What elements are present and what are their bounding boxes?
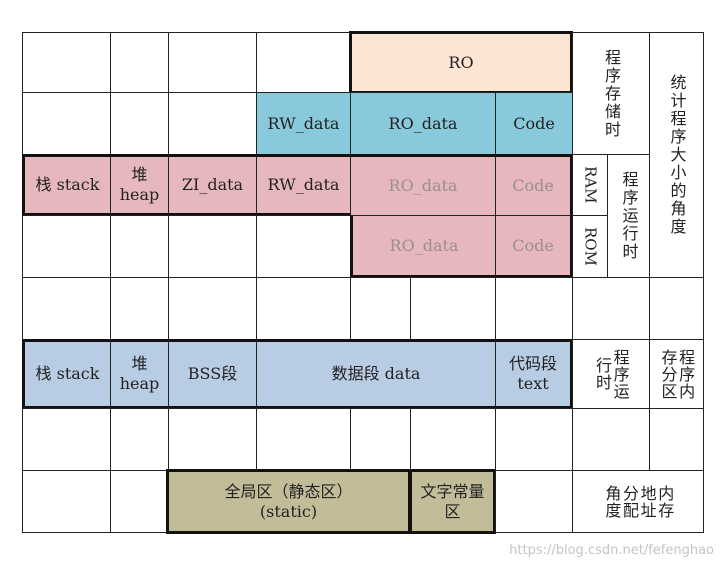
empty-cell bbox=[572, 277, 650, 340]
ro-data-runtime-cell: RO_data bbox=[350, 154, 496, 216]
empty-cell bbox=[572, 408, 650, 471]
empty-cell bbox=[256, 32, 351, 93]
rw-data-runtime-cell: RW_data bbox=[256, 154, 351, 216]
static-area-cell: 全局区（静态区） (static) bbox=[166, 469, 411, 534]
text-partition-cell: 代码段 text bbox=[495, 339, 573, 409]
empty-cell bbox=[168, 215, 257, 278]
empty-cell bbox=[168, 277, 257, 340]
rw-data-storage-cell: RW_data bbox=[256, 92, 351, 155]
empty-cell bbox=[110, 32, 169, 93]
empty-cell bbox=[22, 32, 111, 93]
empty-cell bbox=[256, 277, 351, 340]
empty-cell bbox=[495, 408, 573, 471]
stack-runtime-cell: 栈 stack bbox=[22, 154, 111, 216]
ro-data-rom-cell: RO_data bbox=[350, 215, 496, 278]
program-runtime-label: 程序运行时 bbox=[607, 154, 650, 278]
empty-cell bbox=[110, 215, 169, 278]
zi-data-runtime-cell: ZI_data bbox=[168, 154, 257, 216]
code-runtime-cell: Code bbox=[495, 154, 573, 216]
empty-cell bbox=[495, 277, 573, 340]
empty-cell bbox=[22, 277, 111, 340]
empty-cell bbox=[168, 32, 257, 93]
bss-partition-cell: BSS段 bbox=[168, 339, 257, 409]
ram-label: RAM bbox=[572, 154, 608, 216]
empty-cell bbox=[22, 408, 111, 471]
size-perspective-text: 统计程序大小的角度 bbox=[667, 74, 687, 236]
memory-partition-text: 程序内 存分区 bbox=[658, 348, 696, 400]
empty-cell bbox=[168, 408, 257, 471]
code-rom-cell: Code bbox=[495, 215, 573, 278]
empty-cell bbox=[350, 408, 411, 471]
memory-layout-diagram: RO RW_data RO_data Code 栈 stack 堆 heap Z… bbox=[0, 0, 724, 564]
empty-cell bbox=[256, 215, 351, 278]
empty-cell bbox=[110, 408, 169, 471]
stack-partition-cell: 栈 stack bbox=[22, 339, 111, 409]
const-area-cell: 文字常量 区 bbox=[409, 469, 496, 534]
empty-cell bbox=[168, 92, 257, 155]
heap-runtime-cell: 堆 heap bbox=[110, 154, 169, 216]
code-storage-cell: Code bbox=[495, 92, 573, 155]
empty-cell bbox=[649, 277, 704, 340]
rom-label: ROM bbox=[572, 215, 608, 278]
empty-cell bbox=[22, 215, 111, 278]
ro-cell: RO bbox=[349, 31, 573, 94]
empty-cell bbox=[22, 470, 111, 533]
program-runtime-text: 程序运行时 bbox=[619, 171, 639, 261]
program-storage-text: 程序存储时 bbox=[602, 48, 621, 139]
empty-cell bbox=[110, 277, 169, 340]
data-partition-cell: 数据段 data bbox=[256, 339, 496, 409]
memory-partition-label: 程序内 存分区 bbox=[649, 339, 704, 409]
watermark-text: https://blog.csdn.net/fefenghao bbox=[509, 543, 714, 558]
empty-cell bbox=[22, 92, 111, 155]
size-perspective-label: 统计程序大小的角度 bbox=[649, 32, 704, 278]
mem-alloc-label: 内存 地址 分配 角度 bbox=[572, 470, 704, 533]
empty-cell bbox=[649, 408, 704, 471]
runtime-label-2: 程序运 行时 bbox=[572, 339, 650, 409]
empty-cell bbox=[350, 277, 411, 340]
heap-partition-cell: 堆 heap bbox=[110, 339, 169, 409]
empty-cell bbox=[410, 408, 496, 471]
ro-data-storage-cell: RO_data bbox=[350, 92, 496, 155]
empty-cell bbox=[495, 470, 573, 533]
program-storage-label: 程序存储时 bbox=[572, 32, 650, 155]
rom-text: ROM bbox=[581, 227, 600, 266]
empty-cell bbox=[110, 470, 169, 533]
mem-alloc-text: 内存 地址 分配 角度 bbox=[602, 484, 675, 519]
empty-cell bbox=[256, 408, 351, 471]
runtime-text-2: 程序运 行时 bbox=[593, 348, 630, 400]
ram-text: RAM bbox=[581, 166, 600, 204]
empty-cell bbox=[110, 92, 169, 155]
empty-cell bbox=[410, 277, 496, 340]
